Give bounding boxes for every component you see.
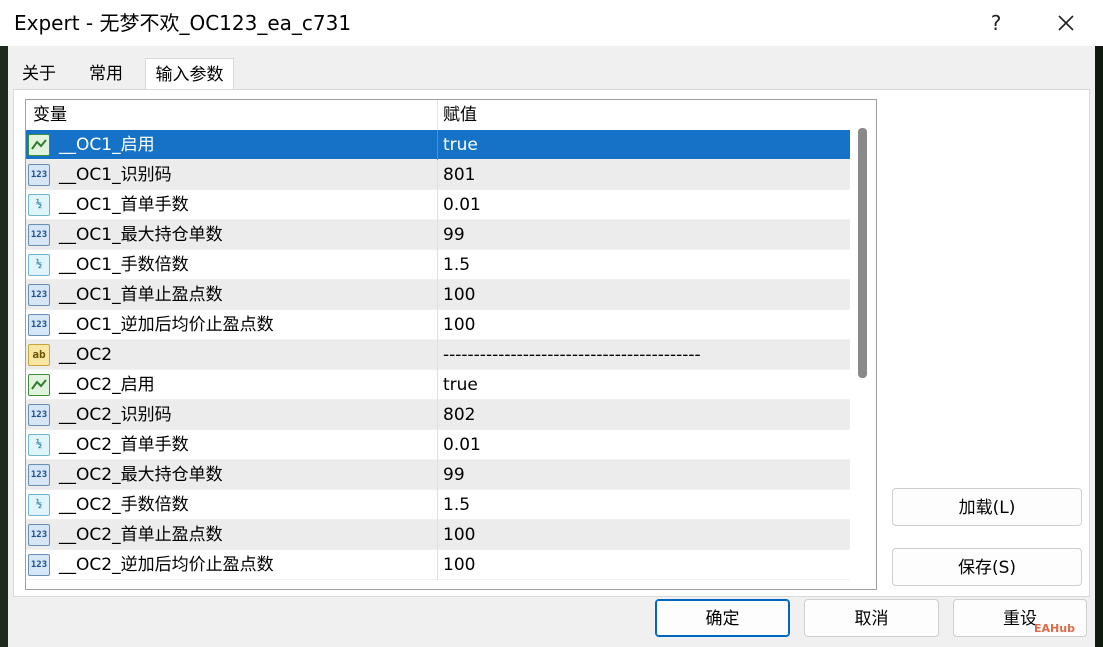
double-type-icon: ½ bbox=[28, 434, 50, 456]
double-type-icon: ½ bbox=[28, 194, 50, 216]
param-row[interactable]: __OC2_启用 true bbox=[26, 370, 850, 400]
param-row-partial[interactable] bbox=[26, 580, 850, 589]
cancel-button[interactable]: 取消 bbox=[804, 599, 939, 637]
integer-type-icon: 123 bbox=[28, 224, 50, 246]
param-name: __OC1_手数倍数 bbox=[59, 255, 189, 275]
column-divider bbox=[437, 220, 438, 250]
param-value[interactable]: 100 bbox=[443, 280, 475, 310]
ok-button[interactable]: 确定 bbox=[655, 599, 790, 637]
column-divider bbox=[437, 340, 438, 370]
param-value[interactable]: 801 bbox=[443, 160, 475, 190]
column-divider bbox=[437, 520, 438, 550]
column-divider bbox=[437, 460, 438, 490]
string-type-icon: ab bbox=[28, 344, 50, 366]
param-row[interactable]: 123 __OC1_逆加后均价止盈点数 100 bbox=[26, 310, 850, 340]
integer-type-icon: 123 bbox=[28, 524, 50, 546]
integer-type-icon: 123 bbox=[28, 464, 50, 486]
param-value[interactable]: 802 bbox=[443, 400, 475, 430]
bool-type-icon bbox=[28, 374, 50, 396]
save-button[interactable]: 保存(S) bbox=[892, 548, 1082, 586]
column-divider bbox=[437, 370, 438, 400]
column-divider bbox=[437, 160, 438, 190]
param-row[interactable]: ½ __OC2_首单手数 0.01 bbox=[26, 430, 850, 460]
column-divider bbox=[437, 130, 438, 160]
param-value[interactable]: true bbox=[443, 370, 478, 400]
param-name: __OC1_识别码 bbox=[59, 165, 172, 185]
title-bar: Expert - 无梦不欢_OC123_ea_c731 ? bbox=[0, 0, 1103, 46]
column-divider bbox=[437, 550, 438, 580]
column-divider bbox=[437, 310, 438, 340]
background-chart-left bbox=[0, 46, 8, 647]
integer-type-icon: 123 bbox=[28, 164, 50, 186]
param-value[interactable]: 100 bbox=[443, 310, 475, 340]
double-type-icon: ½ bbox=[28, 254, 50, 276]
tab-inputs[interactable]: 输入参数 bbox=[145, 58, 234, 91]
param-name: __OC1_逆加后均价止盈点数 bbox=[59, 315, 274, 335]
param-row[interactable]: 123 __OC2_逆加后均价止盈点数 100 bbox=[26, 550, 850, 580]
param-row[interactable]: 123 __OC1_首单止盈点数 100 bbox=[26, 280, 850, 310]
column-divider bbox=[437, 490, 438, 520]
param-name: __OC2_识别码 bbox=[59, 405, 172, 425]
scrollbar-thumb[interactable] bbox=[858, 128, 867, 378]
param-name: __OC1_启用 bbox=[59, 135, 155, 155]
param-row[interactable]: 123 __OC1_最大持仓单数 99 bbox=[26, 220, 850, 250]
background-chart-right bbox=[1095, 46, 1103, 647]
header-variable[interactable]: 变量 bbox=[33, 100, 67, 130]
param-name: __OC2_首单止盈点数 bbox=[59, 525, 223, 545]
watermark: EAHub bbox=[1034, 622, 1075, 635]
integer-type-icon: 123 bbox=[28, 404, 50, 426]
param-name: __OC2_启用 bbox=[59, 375, 155, 395]
header-divider bbox=[437, 100, 438, 130]
close-icon bbox=[1058, 15, 1074, 31]
tab-about[interactable]: 关于 bbox=[13, 58, 65, 90]
param-value[interactable]: 99 bbox=[443, 220, 465, 250]
bool-type-icon bbox=[28, 134, 50, 156]
param-name: __OC2 bbox=[59, 345, 113, 365]
param-name: __OC2_最大持仓单数 bbox=[59, 465, 223, 485]
integer-type-icon: 123 bbox=[28, 314, 50, 336]
parameters-grid: 变量 赋值 __OC1_启用 true 123 __OC1_识别码 801 ½ __OC1_… bbox=[25, 99, 877, 590]
param-row[interactable]: ½ __OC1_首单手数 0.01 bbox=[26, 190, 850, 220]
param-value[interactable]: 0.01 bbox=[443, 430, 481, 460]
param-row[interactable]: ½ __OC2_手数倍数 1.5 bbox=[26, 490, 850, 520]
param-row[interactable]: 123 __OC2_识别码 802 bbox=[26, 400, 850, 430]
column-divider bbox=[437, 430, 438, 460]
help-button[interactable]: ? bbox=[980, 8, 1012, 38]
param-name: __OC2_手数倍数 bbox=[59, 495, 189, 515]
column-divider bbox=[437, 400, 438, 430]
param-value[interactable]: 1.5 bbox=[443, 490, 470, 520]
column-divider bbox=[437, 250, 438, 280]
header-value[interactable]: 赋值 bbox=[443, 100, 477, 130]
integer-type-icon: 123 bbox=[28, 284, 50, 306]
param-row[interactable]: 123 __OC2_首单止盈点数 100 bbox=[26, 520, 850, 550]
param-value[interactable]: ----------------------------------------… bbox=[443, 340, 701, 370]
param-value[interactable]: true bbox=[443, 130, 478, 160]
param-name: __OC2_逆加后均价止盈点数 bbox=[59, 555, 274, 575]
double-type-icon: ½ bbox=[28, 494, 50, 516]
tab-common[interactable]: 常用 bbox=[76, 58, 136, 90]
load-button[interactable]: 加载(L) bbox=[892, 488, 1082, 526]
window-title: Expert - 无梦不欢_OC123_ea_c731 bbox=[14, 11, 352, 35]
param-name: __OC2_首单手数 bbox=[59, 435, 189, 455]
column-divider bbox=[437, 190, 438, 220]
param-row[interactable]: ab __OC2 ---------------------------------… bbox=[26, 340, 850, 370]
param-row[interactable]: 123 __OC1_识别码 801 bbox=[26, 160, 850, 190]
param-name: __OC1_首单手数 bbox=[59, 195, 189, 215]
close-button[interactable] bbox=[1048, 8, 1084, 38]
param-value[interactable]: 99 bbox=[443, 460, 465, 490]
param-row[interactable]: 123 __OC2_最大持仓单数 99 bbox=[26, 460, 850, 490]
param-value[interactable]: 1.5 bbox=[443, 250, 470, 280]
param-name: __OC1_最大持仓单数 bbox=[59, 225, 223, 245]
param-name: __OC1_首单止盈点数 bbox=[59, 285, 223, 305]
param-value[interactable]: 100 bbox=[443, 550, 475, 580]
grid-header: 变量 赋值 bbox=[26, 100, 876, 131]
param-row[interactable]: ½ __OC1_手数倍数 1.5 bbox=[26, 250, 850, 280]
param-value[interactable]: 0.01 bbox=[443, 190, 481, 220]
grid-rows: __OC1_启用 true 123 __OC1_识别码 801 ½ __OC1_首单手数 0.… bbox=[26, 130, 850, 589]
vertical-scrollbar[interactable] bbox=[850, 128, 876, 589]
column-divider bbox=[437, 280, 438, 310]
param-value[interactable]: 100 bbox=[443, 520, 475, 550]
integer-type-icon: 123 bbox=[28, 554, 50, 576]
param-row[interactable]: __OC1_启用 true bbox=[26, 130, 850, 160]
